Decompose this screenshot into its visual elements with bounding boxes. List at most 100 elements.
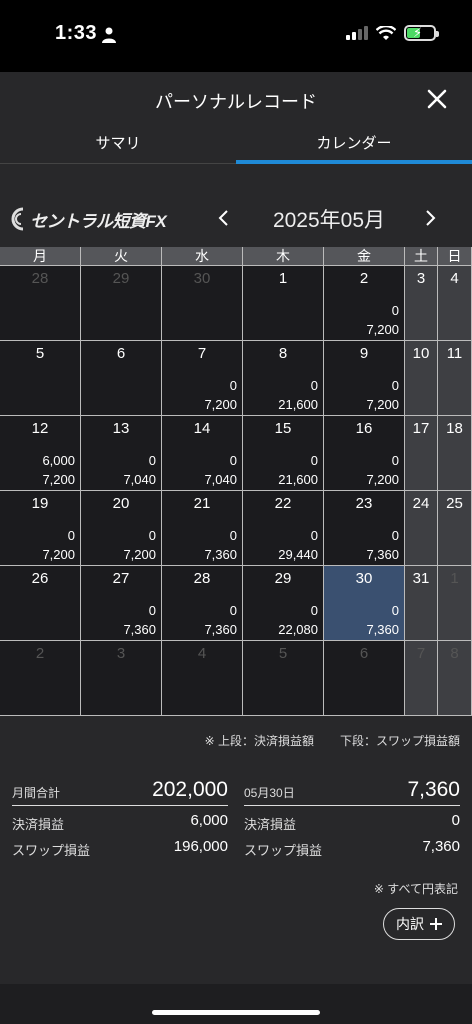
settlement-amount: 0 [148, 603, 156, 618]
calendar-day[interactable]: 2 0 7,200 [324, 266, 405, 341]
settlement-amount: 0 [148, 453, 156, 468]
settlement-amount: 0 [391, 303, 399, 318]
swap-value: 196,000 [173, 838, 228, 855]
status-time: 1:33 [55, 22, 98, 44]
calendar-day[interactable]: 26 [0, 566, 81, 641]
calendar-day[interactable]: 12 6,000 7,200 [0, 416, 81, 491]
day-number: 8 [278, 345, 288, 362]
calendar-day[interactable]: 5 [243, 641, 324, 716]
weekday-header: 土 [405, 247, 438, 266]
day-number: 19 [31, 495, 49, 512]
value-legend: ※ 上段：決済損益額 下段：スワップ損益額 [0, 732, 460, 749]
day-number: 2 [35, 645, 45, 662]
calendar-day[interactable]: 22 0 29,440 [243, 491, 324, 566]
settlement-label: 決済損益 [244, 817, 297, 832]
swap-amount: 7,040 [204, 472, 237, 487]
settlement-amount: 0 [148, 528, 156, 543]
day-number: 30 [355, 570, 373, 587]
calendar-day[interactable]: 7 [405, 641, 438, 716]
calendar-day[interactable]: 28 [0, 266, 81, 341]
swap-amount: 7,200 [366, 472, 399, 487]
day-number: 28 [31, 270, 49, 287]
swap-amount: 7,200 [366, 397, 399, 412]
day-number: 3 [416, 270, 426, 287]
weekday-header: 火 [81, 247, 162, 266]
calendar-day[interactable]: 23 0 7,360 [324, 491, 405, 566]
calendar-day[interactable]: 24 [405, 491, 438, 566]
settlement-amount: 0 [229, 528, 237, 543]
calendar-day[interactable]: 25 [438, 491, 472, 566]
header: パーソナルレコード [0, 72, 472, 126]
calendar-day[interactable]: 18 [438, 416, 472, 491]
calendar-day[interactable]: 21 0 7,360 [162, 491, 243, 566]
home-indicator[interactable] [152, 1010, 320, 1015]
chevron-right-icon[interactable] [420, 206, 440, 230]
calendar-day[interactable]: 3 [81, 641, 162, 716]
calendar-day[interactable]: 8 [438, 641, 472, 716]
daily-total: 7,360 [407, 778, 460, 801]
day-number: 5 [35, 345, 45, 362]
calendar-day[interactable]: 3 [405, 266, 438, 341]
calendar-day[interactable]: 4 [438, 266, 472, 341]
calendar-day[interactable]: 28 0 7,360 [162, 566, 243, 641]
day-number: 21 [193, 495, 211, 512]
day-number: 23 [355, 495, 373, 512]
calendar-day[interactable]: 20 0 7,200 [81, 491, 162, 566]
swap-amount: 7,360 [366, 622, 399, 637]
calendar-day[interactable]: 31 [405, 566, 438, 641]
monthly-label: 月間合計 [12, 786, 61, 800]
calendar-day[interactable]: 13 0 7,040 [81, 416, 162, 491]
calendar-day[interactable]: 5 [0, 341, 81, 416]
calendar-day[interactable]: 30 [162, 266, 243, 341]
swap-amount: 7,360 [204, 547, 237, 562]
swap-amount: 22,080 [278, 622, 318, 637]
calendar-day[interactable]: 17 [405, 416, 438, 491]
tab-bar: サマリ カレンダー [0, 126, 472, 164]
day-number: 25 [446, 495, 463, 512]
calendar-day[interactable]: 1 [243, 266, 324, 341]
calendar-day[interactable]: 1 [438, 566, 472, 641]
calendar-day[interactable]: 29 0 22,080 [243, 566, 324, 641]
close-icon[interactable] [424, 86, 450, 112]
calendar-day[interactable]: 15 0 21,600 [243, 416, 324, 491]
swap-value: 7,360 [422, 838, 460, 855]
calendar-day[interactable]: 29 [81, 266, 162, 341]
day-number: 28 [193, 570, 211, 587]
swap-amount: 7,040 [123, 472, 156, 487]
day-number: 26 [31, 570, 49, 587]
weekday-header: 日 [438, 247, 472, 266]
calendar-day[interactable]: 11 [438, 341, 472, 416]
calendar-day-selected[interactable]: 30 0 7,360 [324, 566, 405, 641]
swap-amount: 7,200 [42, 472, 75, 487]
settlement-amount: 0 [310, 453, 318, 468]
calendar-day[interactable]: 19 0 7,200 [0, 491, 81, 566]
settlement-label: 決済損益 [12, 817, 65, 832]
weekday-header: 木 [243, 247, 324, 266]
calendar-day[interactable]: 8 0 21,600 [243, 341, 324, 416]
calendar-day[interactable]: 27 0 7,360 [81, 566, 162, 641]
calendar-day[interactable]: 9 0 7,200 [324, 341, 405, 416]
calendar-week-row: 2 3 4 5 6 7 8 [0, 641, 472, 716]
calendar-day[interactable]: 6 [81, 341, 162, 416]
tab-summary[interactable]: サマリ [0, 126, 236, 164]
day-number: 1 [278, 270, 288, 287]
calendar-day[interactable]: 4 [162, 641, 243, 716]
chevron-left-icon[interactable] [214, 206, 234, 230]
calendar-day[interactable]: 14 0 7,040 [162, 416, 243, 491]
page-title: パーソナルレコード [155, 92, 317, 112]
calendar-day[interactable]: 6 [324, 641, 405, 716]
swap-amount: 7,200 [204, 397, 237, 412]
calendar-day[interactable]: 2 [0, 641, 81, 716]
tab-calendar[interactable]: カレンダー [236, 126, 472, 164]
calendar-day[interactable]: 7 0 7,200 [162, 341, 243, 416]
calendar-day[interactable]: 16 0 7,200 [324, 416, 405, 491]
breakdown-button[interactable]: 内訳 [383, 908, 455, 940]
weekday-header-row: 月火水木金土日 [0, 247, 472, 266]
month-label: 2025年05月 [272, 209, 386, 232]
settlement-value: 6,000 [190, 812, 228, 829]
swap-amount: 7,360 [204, 622, 237, 637]
plus-icon [430, 918, 442, 930]
settlement-amount: 0 [229, 603, 237, 618]
weekday-header: 金 [324, 247, 405, 266]
calendar-day[interactable]: 10 [405, 341, 438, 416]
